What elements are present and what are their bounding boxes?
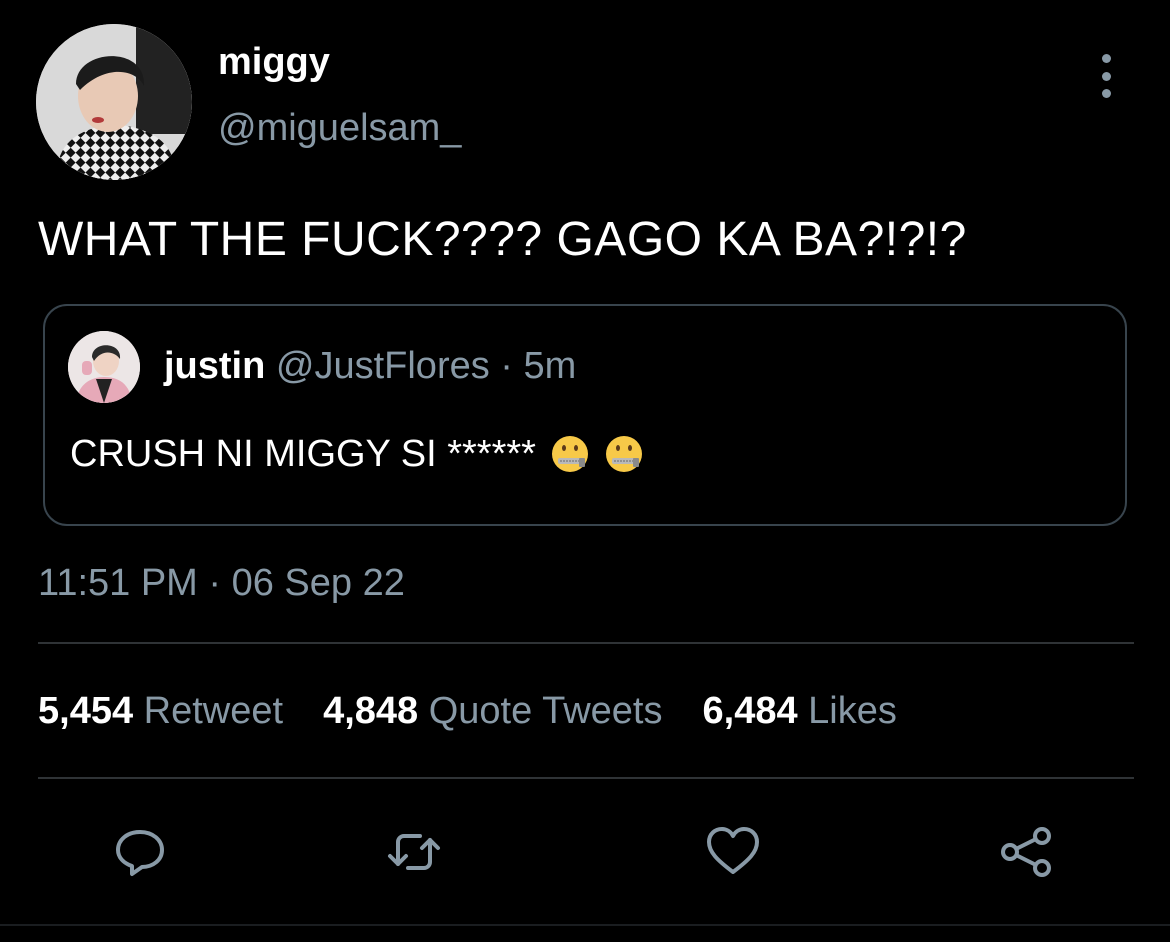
quoted-tweet-time: 5m <box>523 345 577 387</box>
quoted-tweet-card[interactable] <box>43 304 1127 526</box>
quoted-author-name[interactable]: justin <box>164 345 265 387</box>
more-options-icon[interactable] <box>1090 54 1122 98</box>
retweet-button[interactable] <box>384 822 444 882</box>
quoted-author-avatar[interactable] <box>68 331 140 403</box>
author-handle[interactable]: @miguelsam_ <box>218 104 461 152</box>
tweet-text: WHAT THE FUCK???? GAGO KA BA?!?!? <box>38 213 967 266</box>
reply-icon <box>116 830 164 876</box>
quoted-tweet-text: CRUSH NI MIGGY SI ****** <box>70 430 644 478</box>
dot <box>1101 89 1111 98</box>
divider <box>0 924 1170 926</box>
author-avatar[interactable] <box>36 24 192 180</box>
stat-label: Likes <box>808 690 897 732</box>
retweet-count[interactable]: 5,454 Retweet <box>38 688 283 734</box>
tweet-timestamp: 11:51 PM · 06 Sep 22 <box>38 562 405 604</box>
dot <box>1101 54 1111 63</box>
quoted-tweet-header: justin @JustFlores · 5m <box>164 343 576 389</box>
stat-label: Quote Tweets <box>428 690 663 732</box>
like-button[interactable] <box>703 822 763 882</box>
author-display-name[interactable]: miggy <box>218 38 330 86</box>
reply-button[interactable] <box>110 822 170 882</box>
stat-label: Retweet <box>143 690 284 732</box>
divider <box>38 642 1134 644</box>
profile-photo-icon <box>36 24 192 180</box>
share-button[interactable] <box>998 822 1058 882</box>
tweet-stats: 5,454 Retweet 4,848 Quote Tweets 6,484 L… <box>38 688 937 734</box>
zipper-mouth-face-icon <box>551 436 588 472</box>
quoted-tweet-body: CRUSH NI MIGGY SI ****** <box>70 433 536 475</box>
quoted-author-handle[interactable]: @JustFlores <box>276 345 490 387</box>
like-icon <box>707 827 759 874</box>
likes-count[interactable]: 6,484 Likes <box>703 688 897 734</box>
stat-number: 4,848 <box>323 690 419 732</box>
zipper-mouth-face-icon <box>605 436 642 472</box>
separator-dot: · <box>500 345 513 387</box>
share-icon <box>1001 827 1051 877</box>
quote-tweets-count[interactable]: 4,848 Quote Tweets <box>323 688 662 734</box>
stat-number: 6,484 <box>702 690 798 732</box>
divider <box>38 777 1134 779</box>
profile-photo-icon <box>68 331 140 403</box>
stat-number: 5,454 <box>38 690 134 732</box>
retweet-icon <box>388 834 440 870</box>
dot <box>1101 71 1111 81</box>
